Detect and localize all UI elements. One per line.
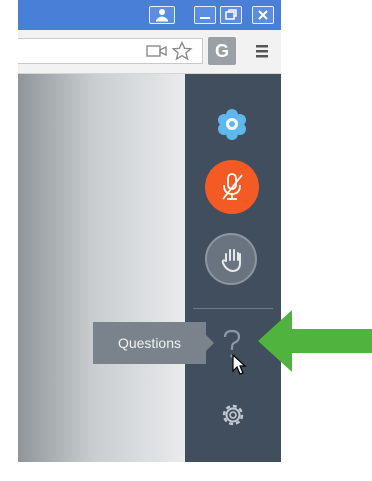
profile-button[interactable]: [149, 6, 175, 24]
video-content-area: [18, 74, 185, 462]
restore-icon: [225, 9, 237, 20]
close-button[interactable]: [252, 6, 274, 24]
restore-button[interactable]: [220, 6, 242, 24]
questions-tooltip: Questions: [93, 322, 206, 364]
address-bar[interactable]: [18, 38, 203, 64]
mouse-cursor-icon: [232, 354, 247, 375]
close-icon: [258, 10, 268, 20]
settings-gear-icon[interactable]: [218, 400, 248, 430]
tooltip-pointer: [206, 335, 214, 351]
minimize-button[interactable]: [194, 6, 216, 24]
raise-hand-button[interactable]: [205, 233, 257, 285]
app-logo-icon[interactable]: [212, 104, 252, 144]
browser-toolbar: G: [18, 30, 281, 74]
profile-extension-button[interactable]: G: [208, 37, 236, 65]
minimize-icon: [200, 17, 210, 19]
mute-microphone-button[interactable]: [205, 160, 259, 214]
microphone-muted-icon: [222, 173, 243, 200]
hand-icon: [221, 249, 241, 273]
menu-icon[interactable]: [254, 43, 270, 59]
camera-icon[interactable]: [146, 43, 168, 59]
star-icon[interactable]: [171, 41, 193, 61]
title-bar: [18, 0, 281, 30]
browser-window: G: [18, 0, 281, 462]
profile-letter: G: [214, 41, 229, 61]
profile-icon: [156, 9, 168, 22]
control-panel: [185, 74, 281, 462]
panel-divider: [193, 308, 273, 309]
green-pointer-arrow-icon: [258, 310, 372, 372]
